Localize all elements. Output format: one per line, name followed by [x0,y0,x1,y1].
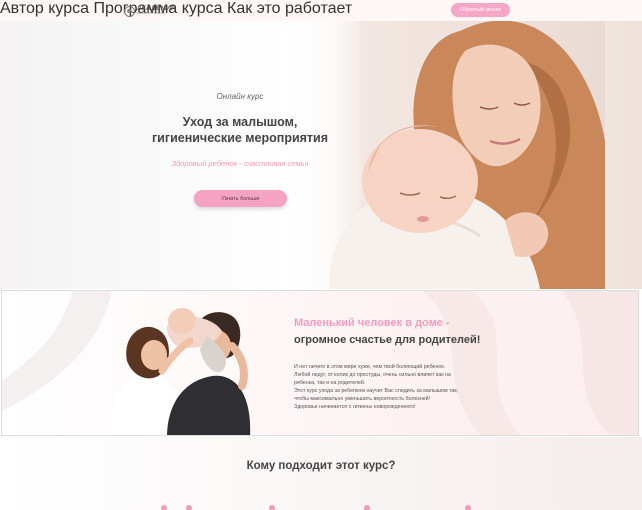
about-line: Любой недуг, от колик до простуды, очень… [294,372,451,378]
about-line: Здоровье начинается с гигиены новорожден… [294,404,416,410]
audience-title: Кому подходит этот курс? [246,460,396,472]
hero-section: Онлайн курс Уход за малышом, гигиеническ… [0,21,642,289]
about-title-accent: Маленький человек в доме - [294,317,450,329]
logo-icon [124,5,135,17]
callback-button[interactable]: Обратный звонок [451,3,510,17]
about-section: Маленький человек в доме - огромное счас… [1,290,639,436]
decorative-dot [161,505,167,510]
learn-more-button[interactable]: Узнать больше [194,190,287,207]
hero-title-line-2: гигиенические мероприятия [151,131,329,145]
decorative-dot [269,505,275,510]
about-title: огромное счастье для родителей! [294,334,481,346]
decorative-dot [186,505,192,510]
decorative-dot [364,505,370,510]
about-description: И нет ничего в этом мире хуже, чем твой … [294,363,509,411]
about-line: ребенка, так и на родителей. [294,380,366,386]
about-line: И нет ничего в этом мире хуже, чем твой … [294,364,446,370]
hero-title-line-1: Уход за малышом, [182,115,298,129]
site-header: АКАДЕМИЯ РАЗВИТИЯ РЕБЕНКА Автор курса Пр… [0,0,642,21]
family-photo [110,308,251,435]
logo[interactable]: АКАДЕМИЯ РАЗВИТИЯ РЕБЕНКА [124,5,176,17]
hero-kicker: Онлайн курс [216,92,264,101]
about-line: чтобы максимально уменьшить вероятность … [294,396,431,402]
nav-how-it-works[interactable]: Как это работает [227,0,352,17]
about-line: Этот курс ухода за ребенком научит Вас с… [294,388,459,394]
nav-author[interactable]: Автор курса [0,0,89,17]
hero-subtitle: Здоровый ребенок - счастливая семья [171,159,309,168]
decorative-dot [465,505,471,510]
logo-subtitle: РАЗВИТИЯ РЕБЕНКА [137,12,166,16]
audience-section: Кому подходит этот курс? [0,437,642,510]
hero-mother-baby-photo [320,21,605,289]
